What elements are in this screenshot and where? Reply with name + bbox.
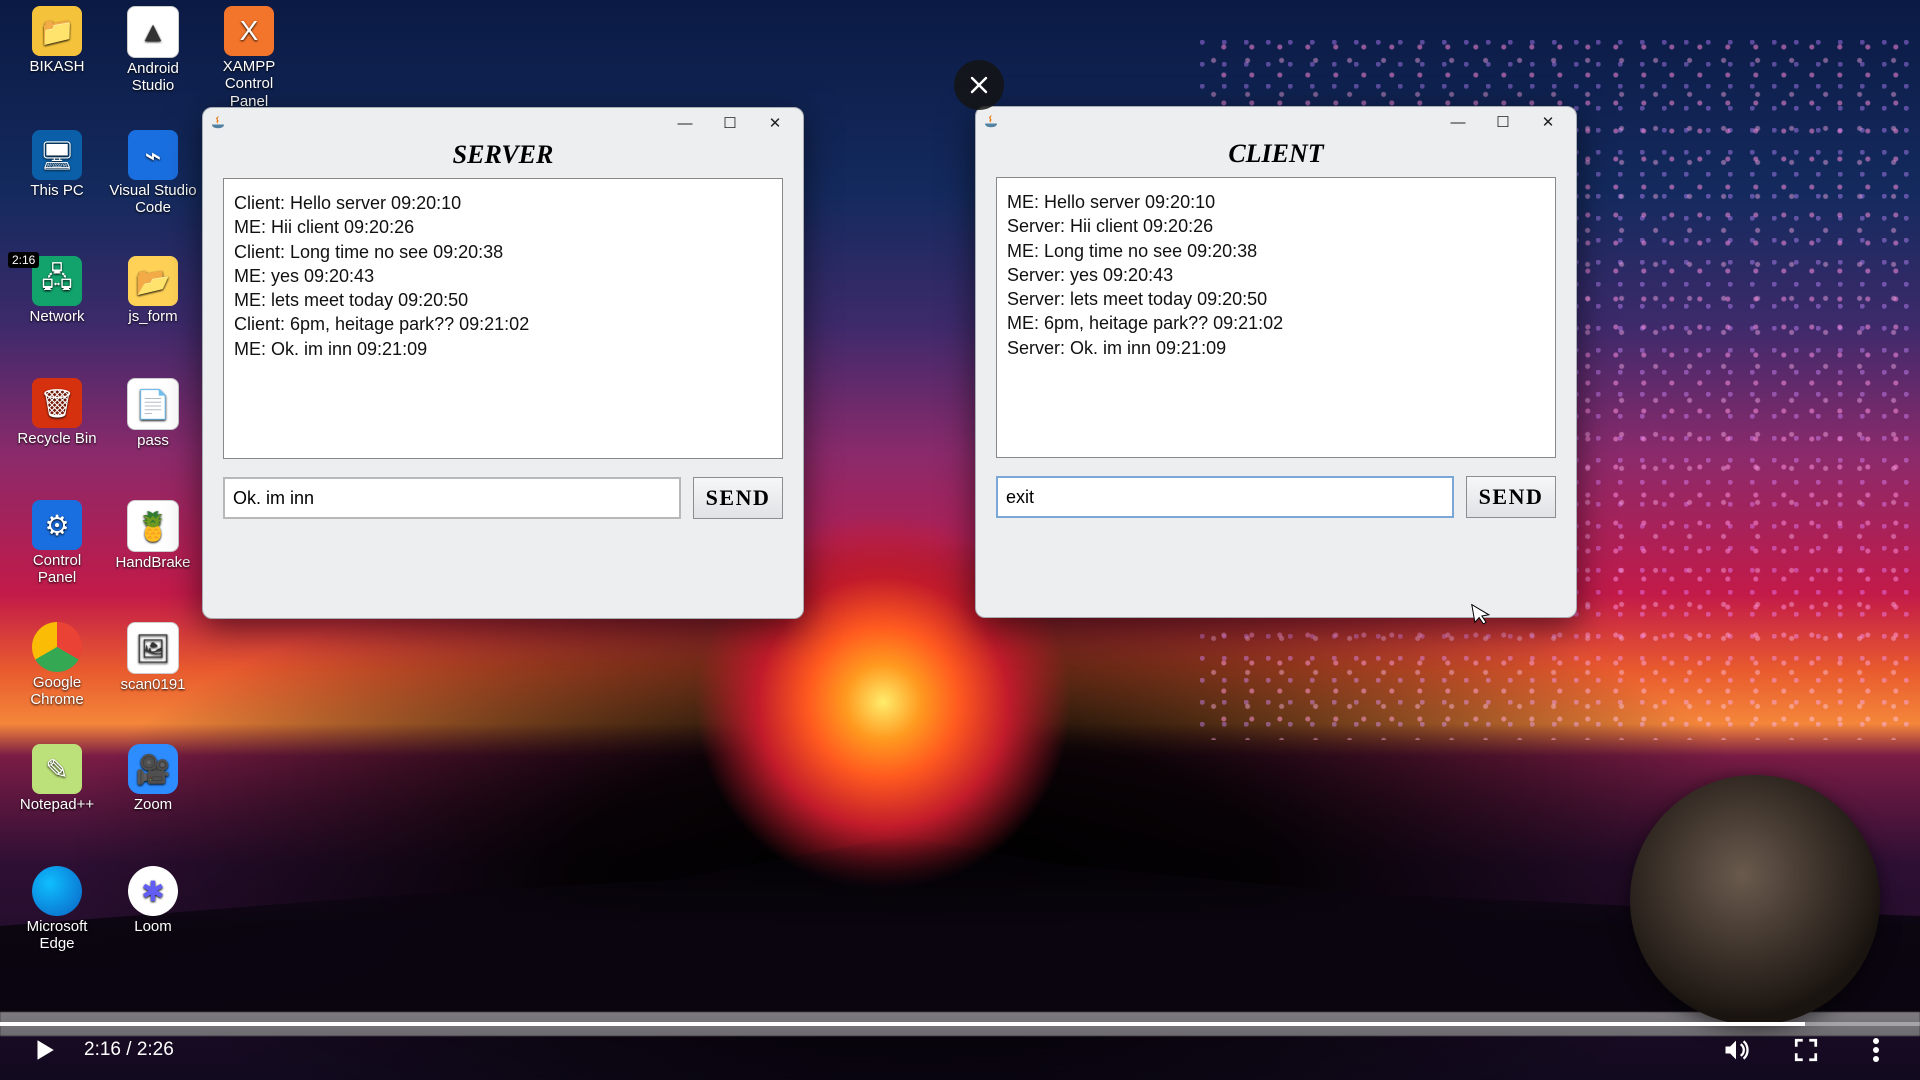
- icon-label: js_form: [108, 308, 198, 325]
- desktop-icon-notepad-[interactable]: ✎ Notepad++: [12, 744, 102, 813]
- icon-label: Recycle Bin: [12, 430, 102, 447]
- app-icon: 🖧: [32, 256, 82, 306]
- client-window[interactable]: — ☐ ✕ CLIENT ME: Hello server 09:20:10Se…: [975, 106, 1577, 618]
- app-icon: ⚙: [32, 500, 82, 550]
- chat-line: Server: lets meet today 09:20:50: [1007, 287, 1545, 311]
- chat-line: Client: 6pm, heitage park?? 09:21:02: [234, 312, 772, 336]
- app-icon: 📂: [128, 256, 178, 306]
- desktop-icon-xampp-control-panel[interactable]: XXAMPP Control Panel: [204, 6, 294, 110]
- server-titlebar[interactable]: — ☐ ✕: [203, 108, 803, 138]
- icon-label: BIKASH: [12, 58, 102, 75]
- app-icon: [32, 622, 82, 672]
- chat-line: Server: Ok. im inn 09:21:09: [1007, 336, 1545, 360]
- desktop-icon-loom[interactable]: ✱ Loom: [108, 866, 198, 935]
- app-icon: 📁: [32, 6, 82, 56]
- close-button[interactable]: ✕: [1526, 110, 1570, 134]
- desktop-icon-recycle-bin[interactable]: 🗑 Recycle Bin: [12, 378, 102, 447]
- client-heading: CLIENT: [976, 139, 1576, 169]
- fullscreen-button[interactable]: [1792, 1036, 1820, 1064]
- icon-label: Microsoft Edge: [12, 918, 102, 953]
- app-icon: X: [224, 6, 274, 56]
- desktop-icon-control-panel[interactable]: ⚙Control Panel: [12, 500, 102, 587]
- app-icon: [32, 866, 82, 916]
- volume-button[interactable]: [1722, 1036, 1750, 1064]
- chat-line: ME: 6pm, heitage park?? 09:21:02: [1007, 311, 1545, 335]
- app-icon: 📄: [127, 378, 179, 430]
- desktop-icon-js-form[interactable]: 📂 js_form: [108, 256, 198, 325]
- server-heading: SERVER: [203, 140, 803, 170]
- chat-line: ME: Hii client 09:20:26: [234, 215, 772, 239]
- icon-label: Control Panel: [12, 552, 102, 587]
- desktop-icon-android-studio[interactable]: ▲Android Studio: [108, 6, 198, 95]
- icon-label: Visual Studio Code: [108, 182, 198, 217]
- app-icon: 🖥: [32, 130, 82, 180]
- icon-label: XAMPP Control Panel: [204, 58, 294, 110]
- progress-track[interactable]: [0, 1022, 1920, 1026]
- desktop-icon-this-pc[interactable]: 🖥 This PC: [12, 130, 102, 199]
- icon-label: pass: [108, 432, 198, 449]
- presenter-webcam[interactable]: [1630, 775, 1880, 1025]
- java-icon: [209, 114, 227, 132]
- app-icon: ✱: [128, 866, 178, 916]
- app-icon: 🍍: [127, 500, 179, 552]
- app-icon: 🎥: [128, 744, 178, 794]
- badge: 2:16: [8, 252, 39, 268]
- app-icon: ⌁: [128, 130, 178, 180]
- chat-line: ME: yes 09:20:43: [234, 264, 772, 288]
- app-icon: ✎: [32, 744, 82, 794]
- icon-label: Zoom: [108, 796, 198, 813]
- chat-line: Client: Hello server 09:20:10: [234, 191, 772, 215]
- icon-label: scan0191: [108, 676, 198, 693]
- chat-line: Client: Long time no see 09:20:38: [234, 240, 772, 264]
- time-display: 2:16 / 2:26: [84, 1039, 174, 1061]
- close-button[interactable]: ✕: [753, 111, 797, 135]
- client-message-input[interactable]: [996, 476, 1454, 518]
- client-chat-log: ME: Hello server 09:20:10Server: Hii cli…: [996, 177, 1556, 458]
- icon-label: Loom: [108, 918, 198, 935]
- icon-label: Network: [12, 308, 102, 325]
- chat-line: ME: Hello server 09:20:10: [1007, 190, 1545, 214]
- play-button[interactable]: [30, 1036, 58, 1064]
- app-icon: ▲: [127, 6, 179, 58]
- video-player-bar: 2:16 / 2:26: [0, 1020, 1920, 1080]
- app-icon: 🖼: [127, 622, 179, 674]
- server-chat-log: Client: Hello server 09:20:10ME: Hii cli…: [223, 178, 783, 459]
- desktop-icon-visual-studio-code[interactable]: ⌁Visual Studio Code: [108, 130, 198, 217]
- video-close-button[interactable]: [954, 60, 1004, 110]
- progress-fill: [0, 1022, 1805, 1026]
- server-message-input[interactable]: [223, 477, 681, 519]
- java-icon: [982, 113, 1000, 131]
- desktop-icon-google-chrome[interactable]: Google Chrome: [12, 622, 102, 709]
- desktop-icon-bikash[interactable]: 📁 BIKASH: [12, 6, 102, 75]
- desktop-icon-microsoft-edge[interactable]: Microsoft Edge: [12, 866, 102, 953]
- server-window[interactable]: — ☐ ✕ SERVER Client: Hello server 09:20:…: [202, 107, 804, 619]
- desktop-icon-zoom[interactable]: 🎥 Zoom: [108, 744, 198, 813]
- chat-line: ME: Ok. im inn 09:21:09: [234, 337, 772, 361]
- desktop-icon-pass[interactable]: 📄 pass: [108, 378, 198, 449]
- app-icon: 🗑: [32, 378, 82, 428]
- desktop-icon-network[interactable]: 2:16🖧Network: [12, 256, 102, 325]
- chat-line: Server: Hii client 09:20:26: [1007, 214, 1545, 238]
- chat-line: Server: yes 09:20:43: [1007, 263, 1545, 287]
- maximize-button[interactable]: ☐: [1481, 110, 1525, 134]
- desktop-icon-scan0191[interactable]: 🖼 scan0191: [108, 622, 198, 693]
- more-options-button[interactable]: [1862, 1036, 1890, 1064]
- icon-label: Google Chrome: [12, 674, 102, 709]
- chat-line: ME: lets meet today 09:20:50: [234, 288, 772, 312]
- desktop-icon-handbrake[interactable]: 🍍 HandBrake: [108, 500, 198, 571]
- client-titlebar[interactable]: — ☐ ✕: [976, 107, 1576, 137]
- icon-label: Notepad++: [12, 796, 102, 813]
- server-send-button[interactable]: SEND: [693, 477, 783, 519]
- icon-label: This PC: [12, 182, 102, 199]
- maximize-button[interactable]: ☐: [708, 111, 752, 135]
- icon-label: Android Studio: [108, 60, 198, 95]
- chat-line: ME: Long time no see 09:20:38: [1007, 239, 1545, 263]
- icon-label: HandBrake: [108, 554, 198, 571]
- client-send-button[interactable]: SEND: [1466, 476, 1556, 518]
- minimize-button[interactable]: —: [1436, 110, 1480, 134]
- minimize-button[interactable]: —: [663, 111, 707, 135]
